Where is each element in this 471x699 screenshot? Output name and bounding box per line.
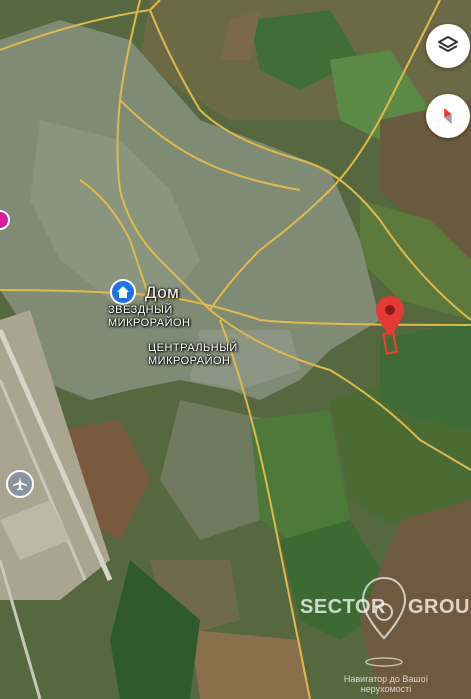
airplane-icon xyxy=(13,477,27,491)
home-icon xyxy=(117,286,129,298)
location-pin-icon[interactable] xyxy=(374,296,406,336)
poi-icon[interactable] xyxy=(0,210,10,234)
layers-icon xyxy=(438,36,458,52)
district-zvezdny-label: ЗВЕЗДНЫЙ МИКРОРАЙОН xyxy=(108,304,191,329)
airport-marker[interactable] xyxy=(6,470,34,498)
compass-button[interactable] xyxy=(426,94,470,138)
layers-button[interactable] xyxy=(426,24,470,68)
home-label[interactable]: Дом xyxy=(145,283,179,303)
watermark-brand-right: GROUP xyxy=(408,596,471,618)
watermark-pin-icon xyxy=(361,576,407,667)
watermark-caption: Навигатор до Вашої нерухомості xyxy=(343,674,429,694)
compass-icon xyxy=(444,107,452,125)
home-marker[interactable] xyxy=(110,279,136,305)
district-central-label: ЦЕНТРАЛЬНЫЙ МИКРОРАЙОН xyxy=(148,342,238,367)
